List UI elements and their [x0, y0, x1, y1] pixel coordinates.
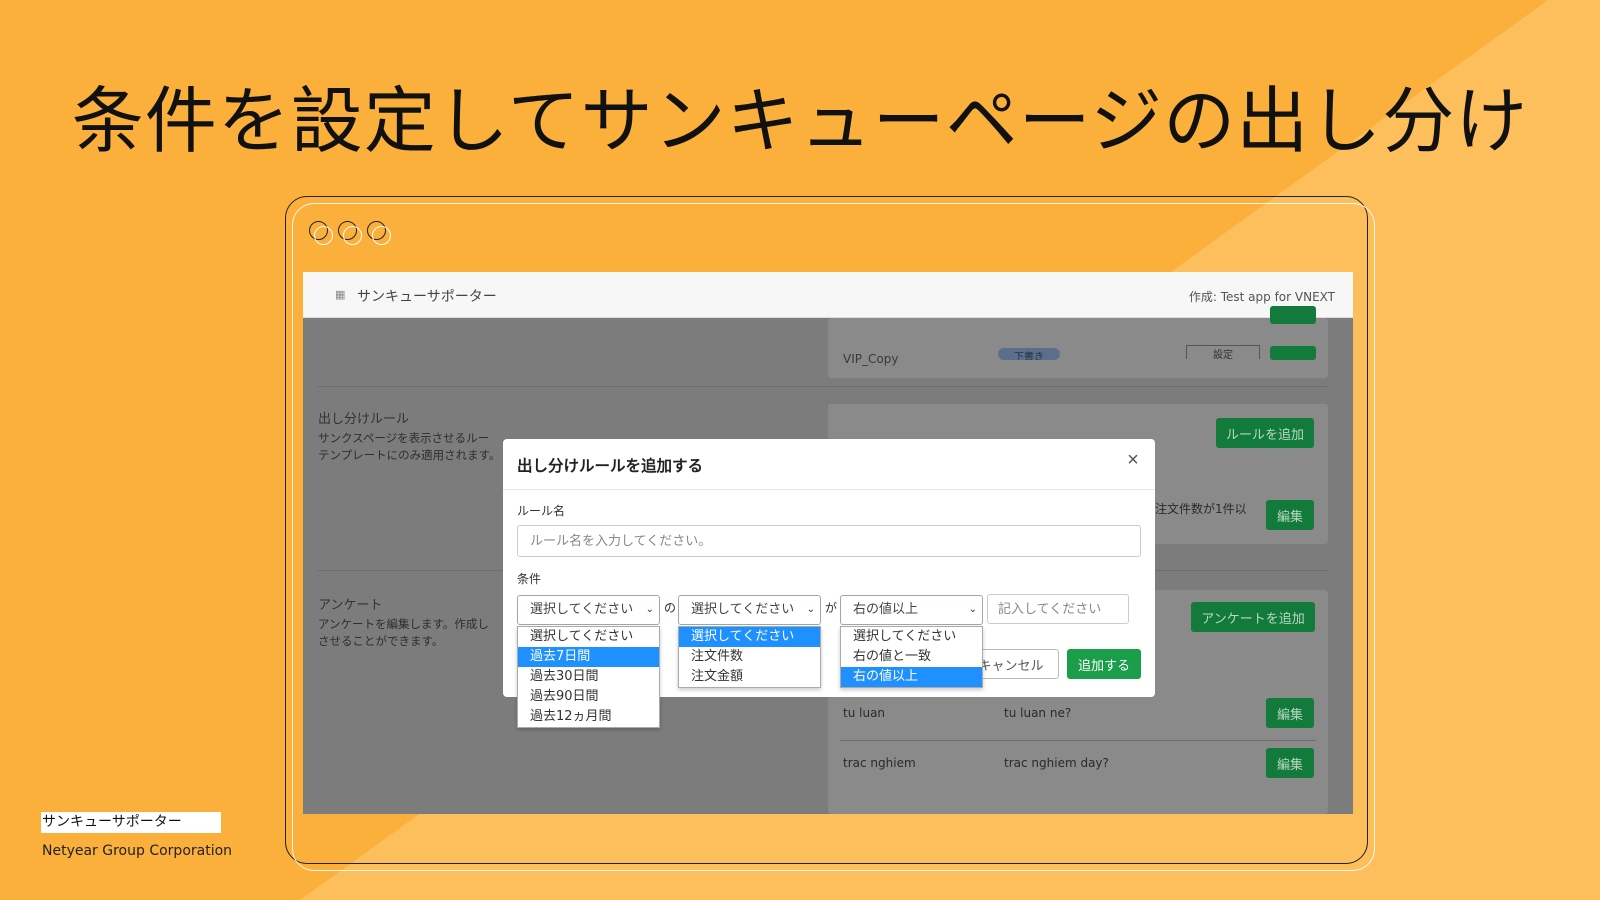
dropdown-option-selected[interactable]: 選択してください — [679, 627, 820, 647]
dropdown-option[interactable]: 過去30日間 — [518, 667, 659, 687]
chevron-down-icon: ⌄ — [645, 604, 654, 615]
dropdown-option[interactable]: 注文金額 — [679, 667, 820, 687]
dropdown-option[interactable]: 注文件数 — [679, 647, 820, 667]
dropdown-option[interactable]: 選択してください — [518, 627, 659, 647]
status-badge: 下書き — [998, 348, 1060, 360]
footer-product-name: サンキューサポーター — [41, 812, 221, 833]
rule-name-input[interactable] — [517, 525, 1141, 557]
metric-select-value: 選択してください — [691, 602, 795, 617]
window-dot-icon — [343, 226, 362, 245]
app-screenshot: ▦ サンキューサポーター 作成: Test app for VNEXT VIP_… — [303, 272, 1353, 814]
value-input[interactable] — [987, 594, 1129, 624]
edit-button[interactable] — [1270, 306, 1316, 324]
operator-select-value: 右の値以上 — [853, 602, 919, 617]
rule-name-label: ルール名 — [517, 504, 566, 518]
period-dropdown: 選択してください 過去7日間 過去30日間 過去90日間 過去12ヵ月間 — [517, 626, 660, 728]
window-dot-icon — [372, 226, 391, 245]
chevron-down-icon: ⌄ — [806, 604, 815, 615]
template-row-name: VIP_Copy — [843, 352, 899, 366]
divider — [318, 386, 1328, 387]
rules-section-desc: サンクスページを表示させるルー テンプレートにのみ適用されます。 — [318, 431, 501, 462]
dropdown-option-selected[interactable]: 過去7日間 — [518, 647, 659, 667]
app-header: ▦ サンキューサポーター 作成: Test app for VNEXT — [303, 272, 1353, 318]
operator-select[interactable]: 右の値以上 ⌄ — [840, 595, 983, 625]
dropdown-option[interactable]: 右の値と一致 — [841, 647, 982, 667]
app-logo-icon: ▦ — [335, 288, 346, 301]
metric-select[interactable]: 選択してください ⌄ — [678, 595, 821, 625]
footer-company: Netyear Group Corporation — [42, 843, 233, 859]
metric-dropdown: 選択してください 注文件数 注文金額 — [678, 626, 821, 688]
add-survey-button[interactable]: アンケートを追加 — [1191, 602, 1315, 632]
edit-survey-button[interactable]: 編集 — [1266, 698, 1314, 728]
modal-title: 出し分けルールを追加する — [517, 457, 704, 475]
divider — [840, 740, 1316, 741]
survey-row-question: trac nghiem day? — [1004, 756, 1109, 770]
add-rule-modal: 出し分けルールを追加する × ルール名 条件 選択してください ⌄ の 選択して… — [503, 439, 1155, 728]
survey-row-name: tu luan — [843, 706, 886, 720]
modal-divider — [503, 489, 1155, 490]
operator-dropdown: 選択してください 右の値と一致 右の値以上 — [840, 626, 983, 688]
existing-rule-text: 注文件数が1件以 — [1155, 502, 1247, 516]
period-select[interactable]: 選択してください ⌄ — [517, 595, 660, 625]
survey-section-desc: アンケートを編集します。作成し させることができます。 — [318, 617, 489, 648]
app-name: サンキューサポーター — [357, 289, 497, 305]
app-author: 作成: Test app for VNEXT — [1188, 290, 1335, 304]
edit-button[interactable] — [1270, 346, 1316, 360]
survey-section-title: アンケート — [318, 598, 383, 613]
dropdown-option[interactable]: 選択してください — [841, 627, 982, 647]
edit-survey-button[interactable]: 編集 — [1266, 748, 1314, 778]
page-headline: 条件を設定してサンキューページの出し分け — [71, 79, 1529, 163]
condition-label: 条件 — [517, 572, 542, 586]
add-rule-button[interactable]: ルールを追加 — [1216, 418, 1314, 448]
dropdown-option[interactable]: 過去90日間 — [518, 687, 659, 707]
dropdown-option-selected[interactable]: 右の値以上 — [841, 667, 982, 687]
close-icon[interactable]: × — [1123, 449, 1143, 471]
edit-rule-button[interactable]: 編集 — [1266, 500, 1314, 530]
dropdown-option[interactable]: 過去12ヵ月間 — [518, 707, 659, 727]
rules-section-title: 出し分けルール — [318, 412, 410, 427]
period-select-value: 選択してください — [530, 602, 634, 617]
window-dot-icon — [314, 226, 333, 245]
survey-row-name: trac nghiem — [843, 756, 916, 770]
settings-dropdown[interactable]: 設定 — [1186, 345, 1260, 359]
survey-row-question: tu luan ne? — [1004, 706, 1072, 720]
joiner-ga: が — [825, 601, 838, 615]
add-button[interactable]: 追加する — [1067, 649, 1141, 679]
chevron-down-icon: ⌄ — [968, 604, 977, 615]
joiner-no: の — [664, 601, 677, 615]
